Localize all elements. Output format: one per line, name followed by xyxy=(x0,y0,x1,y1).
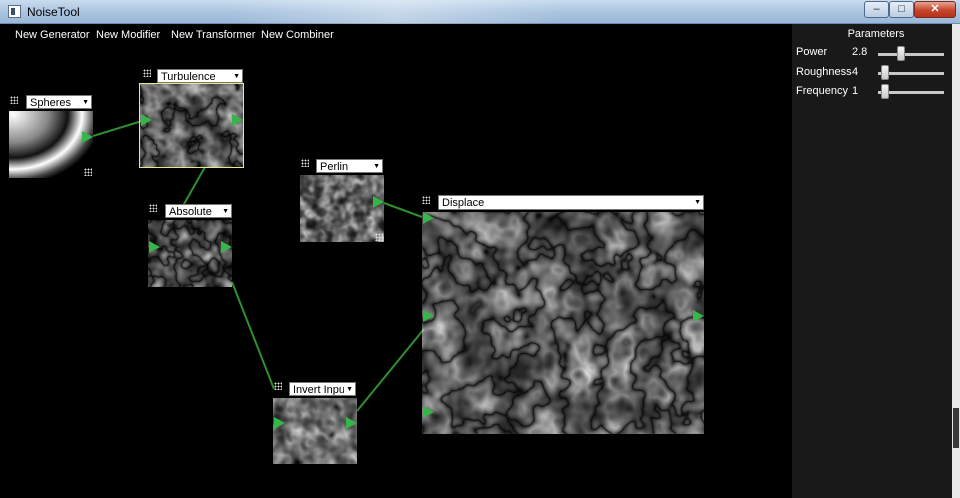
minimize-button[interactable]: – xyxy=(864,1,889,18)
spheres-type-dropdown[interactable]: Spheres ▼ xyxy=(26,95,92,109)
absolute-node[interactable]: Absolute ▼ xyxy=(148,204,232,287)
spheres-drag-handle[interactable] xyxy=(10,96,18,104)
displace-node[interactable]: Displace ▼ xyxy=(422,195,704,434)
absolute-type-label: Absolute xyxy=(169,206,212,218)
turbulence-node[interactable]: Turbulence ▼ xyxy=(139,69,244,168)
perlin-texture xyxy=(300,175,384,242)
absolute-drag-handle[interactable] xyxy=(149,204,157,212)
invert-input-type-dropdown[interactable]: Invert Input ▼ xyxy=(289,382,356,396)
absolute-input-port[interactable] xyxy=(149,241,160,253)
scrollbar-thumb[interactable] xyxy=(953,408,959,448)
perlin-node[interactable]: Perlin ▼ xyxy=(300,159,384,242)
invert-input-texture xyxy=(273,398,357,464)
invert-input-input-port[interactable] xyxy=(274,417,285,429)
new-combiner-menu[interactable]: New Combiner xyxy=(261,29,334,41)
spheres-resize-handle[interactable] xyxy=(84,168,92,176)
maximize-button[interactable]: □ xyxy=(889,1,914,18)
absolute-texture xyxy=(148,220,232,287)
perlin-type-label: Perlin xyxy=(320,161,349,173)
close-button[interactable]: ✕ xyxy=(914,1,956,18)
perlin-output-port[interactable] xyxy=(373,196,384,208)
invert-input-output-port[interactable] xyxy=(346,417,357,429)
turbulence-texture xyxy=(140,84,243,167)
power-slider-track[interactable] xyxy=(878,53,944,56)
new-transformer-menu[interactable]: New Transformer xyxy=(171,29,255,41)
vertical-scrollbar[interactable] xyxy=(952,24,960,498)
invert-input-node[interactable]: Invert Input ▼ xyxy=(273,382,357,464)
parameters-panel: Parameters Power 2.8 Roughness 4 Frequen… xyxy=(792,24,960,498)
displace-input-port-2[interactable] xyxy=(423,310,434,322)
app-icon xyxy=(8,5,21,18)
perlin-drag-handle[interactable] xyxy=(301,159,309,167)
new-modifier-menu[interactable]: New Modifier xyxy=(96,29,160,41)
displace-output-port[interactable] xyxy=(693,310,704,322)
roughness-value: 4 xyxy=(852,66,859,78)
invert-input-type-label: Invert Input xyxy=(293,384,349,396)
title-bar: NoiseTool – □ ✕ xyxy=(0,0,960,24)
roughness-label: Roughness xyxy=(796,66,852,78)
spheres-node[interactable]: Spheres ▼ xyxy=(9,95,93,178)
turbulence-input-port[interactable] xyxy=(141,114,152,126)
displace-type-label: Displace xyxy=(442,197,485,209)
power-label: Power xyxy=(796,46,828,58)
parameters-title: Parameters xyxy=(847,28,905,40)
turbulence-output-port[interactable] xyxy=(232,114,243,126)
menu-bar: New Generator New Modifier New Transform… xyxy=(0,24,792,46)
frequency-slider-thumb[interactable] xyxy=(881,84,889,99)
displace-input-port-3[interactable] xyxy=(423,406,434,418)
spheres-type-label: Spheres xyxy=(30,97,71,109)
turbulence-drag-handle[interactable] xyxy=(143,69,151,77)
spheres-texture xyxy=(9,111,93,178)
frequency-label: Frequency xyxy=(796,85,848,97)
new-generator-menu[interactable]: New Generator xyxy=(15,29,90,41)
power-value: 2.8 xyxy=(852,46,868,58)
perlin-type-dropdown[interactable]: Perlin ▼ xyxy=(316,159,383,173)
spheres-output-port[interactable] xyxy=(82,131,93,143)
turbulence-type-dropdown[interactable]: Turbulence ▼ xyxy=(157,69,243,83)
roughness-slider-thumb[interactable] xyxy=(881,65,889,80)
window-title: NoiseTool xyxy=(27,5,80,19)
displace-texture xyxy=(422,212,704,434)
absolute-output-port[interactable] xyxy=(221,241,232,253)
displace-input-port-1[interactable] xyxy=(423,212,434,224)
absolute-type-dropdown[interactable]: Absolute ▼ xyxy=(165,204,232,218)
perlin-resize-handle[interactable] xyxy=(375,233,383,241)
turbulence-type-label: Turbulence xyxy=(161,71,216,83)
invert-input-drag-handle[interactable] xyxy=(274,382,282,390)
power-slider-thumb[interactable] xyxy=(897,46,905,61)
frequency-value: 1 xyxy=(852,85,859,97)
displace-drag-handle[interactable] xyxy=(422,196,430,204)
displace-type-dropdown[interactable]: Displace ▼ xyxy=(438,195,704,210)
